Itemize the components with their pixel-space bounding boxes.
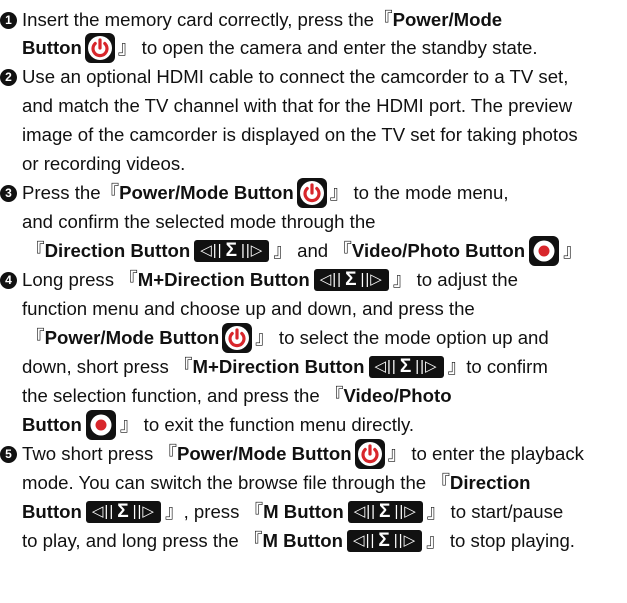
power-mode-label: Power/Mode Button bbox=[44, 327, 220, 348]
text: 』 to exit the function menu directly. bbox=[119, 414, 415, 435]
text: Press the bbox=[22, 182, 101, 203]
text: Two short press 『 bbox=[22, 443, 177, 464]
left-arrow-glyph: ◁|| bbox=[353, 532, 376, 549]
text: 』 and 『 bbox=[273, 240, 352, 261]
video-photo-label: Video/Photo Button bbox=[351, 240, 526, 261]
sigma-glyph: Σ bbox=[378, 530, 391, 551]
right-arrow-glyph: ||▷ bbox=[393, 532, 417, 549]
text: 』, press 『 bbox=[164, 501, 264, 522]
right-arrow-glyph: ||▷ bbox=[241, 242, 264, 259]
left-arrow-glyph: ◁|| bbox=[319, 271, 343, 288]
m-button-label: M Button bbox=[263, 501, 344, 522]
right-arrow-glyph: ||▷ bbox=[360, 271, 383, 288]
step-2-line-2: and match the TV channel with that for t… bbox=[22, 91, 572, 121]
direction-label: Direction Button bbox=[44, 240, 191, 261]
step-3-line-2: and confirm the selected mode through th… bbox=[22, 207, 376, 237]
bracket: 『 bbox=[100, 182, 120, 203]
sigma-glyph: Σ bbox=[379, 501, 392, 522]
step-3-line-3: 『 Direction Button ◁|| Σ ||▷ 』 and 『 Vid… bbox=[26, 236, 582, 266]
step-4-line-5: the selection function, and press the 『 … bbox=[22, 381, 452, 411]
text: function menu and choose up and down, an… bbox=[22, 298, 475, 319]
text: 』 to enter the playback bbox=[387, 443, 584, 464]
text: Long press 『 bbox=[22, 269, 138, 290]
step-1-line-1: 1 Insert the memory card correctly, pres… bbox=[0, 5, 502, 35]
m-direction-label: M+Direction Button bbox=[137, 269, 310, 290]
step-4-line-1: 4 Long press 『 M+Direction Button ◁|| Σ … bbox=[0, 265, 518, 295]
text: down, short press 『 bbox=[22, 356, 193, 377]
record-button-icon bbox=[85, 410, 116, 440]
step-5-line-3: Button ◁|| Σ ||▷ 』, press 『 M Button ◁||… bbox=[22, 497, 563, 527]
button-label: Button bbox=[22, 501, 82, 522]
text: to play, and long press the 『 bbox=[22, 530, 263, 551]
step-1-line-2: Button 』 to open the camera and enter th… bbox=[22, 33, 538, 63]
step-2-line-1: 2 Use an optional HDMI cable to connect … bbox=[0, 62, 568, 92]
left-arrow-glyph: ◁|| bbox=[374, 358, 397, 375]
record-button-icon bbox=[529, 236, 560, 266]
direction-button-icon: ◁|| Σ ||▷ bbox=[313, 269, 389, 291]
sigma-glyph: Σ bbox=[117, 501, 130, 522]
power-mode-label: Power/Mode Button bbox=[119, 182, 294, 203]
step-number-1: 1 bbox=[0, 11, 17, 29]
direction-button-icon: ◁|| Σ ||▷ bbox=[347, 530, 423, 552]
bracket: 』 bbox=[563, 240, 582, 261]
step-5-line-1: 5 Two short press 『 Power/Mode Button 』 … bbox=[0, 439, 584, 469]
bracket: 『 bbox=[374, 9, 393, 30]
power-mode-label: Power/Mode Button bbox=[177, 443, 352, 464]
text: Use an optional HDMI cable to connect th… bbox=[22, 66, 569, 87]
power-mode-label: Power/Mode bbox=[392, 9, 503, 30]
text: Insert the memory card correctly, press … bbox=[22, 9, 375, 30]
step-4-line-6: Button 』 to exit the function menu direc… bbox=[22, 410, 414, 440]
text: 』 to start/pause bbox=[426, 501, 564, 522]
text: and confirm the selected mode through th… bbox=[22, 211, 376, 232]
power-button-icon bbox=[222, 323, 253, 353]
power-button-icon bbox=[296, 178, 327, 208]
bracket: 『 bbox=[26, 240, 45, 261]
direction-button-icon: ◁|| Σ ||▷ bbox=[194, 240, 270, 262]
text: image of the camcorder is displayed on t… bbox=[22, 124, 578, 145]
text: and match the TV channel with that for t… bbox=[22, 95, 573, 116]
text: mode. You can switch the browse file thr… bbox=[22, 472, 450, 493]
m-direction-label: M+Direction Button bbox=[192, 356, 365, 377]
m-button-label: M Button bbox=[262, 530, 344, 551]
button-label: Button bbox=[22, 37, 82, 58]
direction-button-icon: ◁|| Σ ||▷ bbox=[85, 501, 161, 523]
step-3-line-1: 3 Press the 『 Power/Mode Button 』 to the… bbox=[0, 178, 509, 208]
step-2-line-3: image of the camcorder is displayed on t… bbox=[22, 120, 578, 150]
power-button-icon bbox=[354, 439, 385, 469]
direction-button-icon: ◁|| Σ ||▷ bbox=[347, 501, 423, 523]
right-arrow-glyph: ||▷ bbox=[394, 503, 417, 520]
left-arrow-glyph: ◁|| bbox=[91, 503, 115, 520]
left-arrow-glyph: ◁|| bbox=[353, 503, 377, 520]
button-label: Button bbox=[22, 414, 82, 435]
right-arrow-glyph: ||▷ bbox=[132, 503, 155, 520]
text: 』 to stop playing. bbox=[426, 530, 575, 551]
direction-button-icon: ◁|| Σ ||▷ bbox=[368, 356, 444, 378]
sigma-glyph: Σ bbox=[225, 240, 238, 261]
text: 』to confirm bbox=[447, 356, 548, 377]
step-2-line-4: or recording videos. bbox=[22, 149, 185, 179]
sigma-glyph: Σ bbox=[399, 356, 413, 377]
text: 』 to the mode menu, bbox=[329, 182, 509, 203]
text: 』 to select the mode option up and bbox=[255, 327, 549, 348]
bracket: 『 bbox=[26, 327, 45, 348]
step-number-4: 4 bbox=[0, 271, 17, 289]
text: 』 to open the camera and enter the stand… bbox=[117, 37, 538, 58]
step-number-2: 2 bbox=[0, 68, 17, 86]
text: the selection function, and press the 『 bbox=[22, 385, 344, 406]
step-4-line-4: down, short press 『 M+Direction Button ◁… bbox=[22, 352, 548, 382]
step-number-3: 3 bbox=[0, 184, 17, 202]
power-button-icon bbox=[84, 33, 115, 63]
text: or recording videos. bbox=[22, 153, 186, 174]
video-photo-label: Video/Photo bbox=[343, 385, 452, 406]
step-4-line-3: 『 Power/Mode Button 』 to select the mode… bbox=[26, 323, 549, 353]
direction-label: Direction bbox=[449, 472, 531, 493]
step-number-5: 5 bbox=[0, 445, 17, 463]
right-arrow-glyph: ||▷ bbox=[415, 358, 438, 375]
step-5-line-2: mode. You can switch the browse file thr… bbox=[22, 468, 531, 498]
text: 』 to adjust the bbox=[392, 269, 518, 290]
sigma-glyph: Σ bbox=[345, 269, 358, 290]
step-4-line-2: function menu and choose up and down, an… bbox=[22, 294, 475, 324]
step-5-line-4: to play, and long press the 『 M Button ◁… bbox=[22, 526, 575, 556]
left-arrow-glyph: ◁|| bbox=[200, 242, 223, 259]
